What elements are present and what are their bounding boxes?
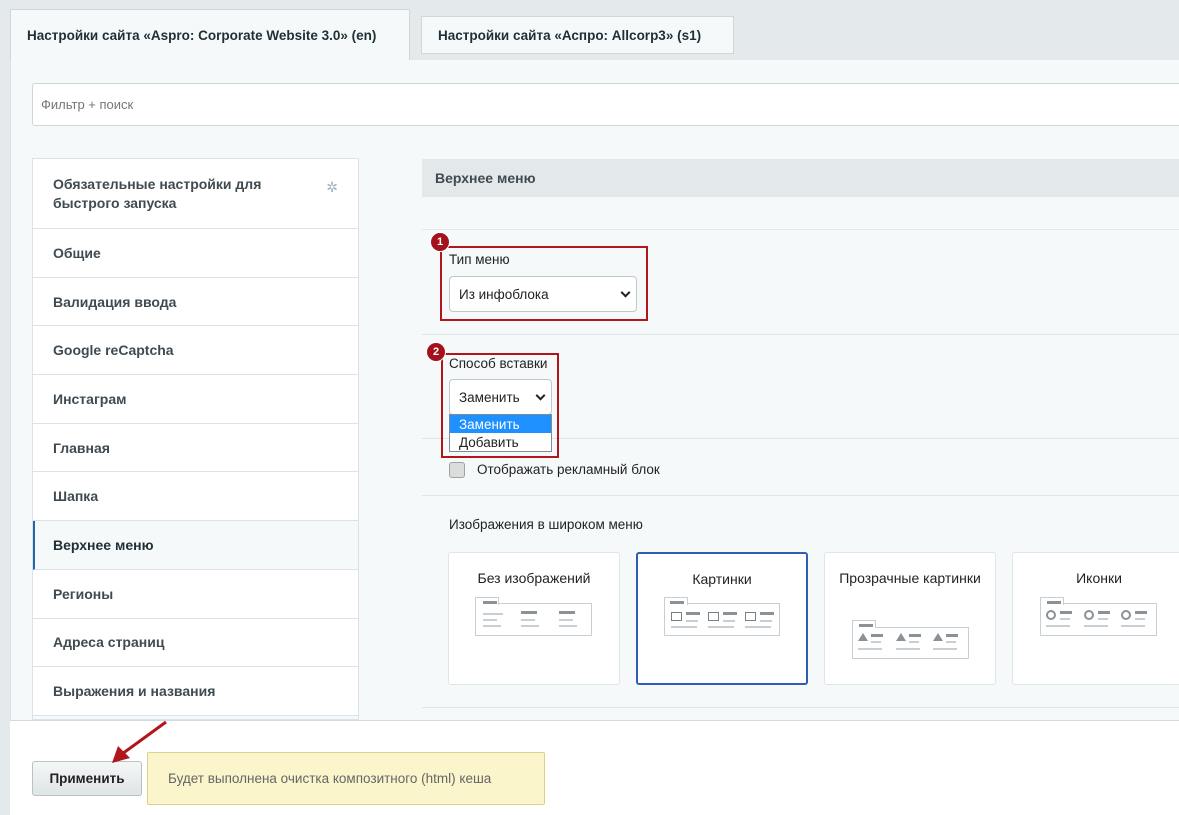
sidebar-item-label: Верхнее меню: [53, 536, 154, 553]
tab-label: Настройки сайта «Аспро: Allcorp3» (s1): [438, 27, 702, 43]
section-title-text: Верхнее меню: [435, 170, 536, 186]
ad-block-label: Отображать рекламный блок: [477, 462, 660, 477]
sidebar-item-label: Главная: [53, 439, 110, 456]
row-divider: [422, 707, 1179, 708]
sidebar-item-label: Валидация ввода: [53, 293, 177, 310]
sidebar-item-label: Обязательные настройки для быстрого запу…: [53, 175, 262, 211]
tab-allcorp3[interactable]: Настройки сайта «Аспро: Allcorp3» (s1): [421, 16, 734, 54]
star-icon: ✲: [326, 179, 338, 195]
sidebar-item-label: Шапка: [53, 488, 99, 505]
cache-notice: Будет выполнена очистка композитного (ht…: [147, 752, 545, 805]
row-divider: [422, 334, 1179, 335]
card-title: Картинки: [692, 571, 752, 587]
step-badge-1: 1: [430, 232, 450, 252]
wide-menu-images-label: Изображения в широком меню: [449, 517, 643, 532]
tab-label: Настройки сайта «Aspro: Corporate Websit…: [27, 28, 377, 43]
card-icons[interactable]: Иконки: [1012, 552, 1179, 685]
cache-notice-text: Будет выполнена очистка композитного (ht…: [168, 771, 492, 786]
step-badge-2: 2: [426, 342, 446, 362]
sidebar-item-general[interactable]: Общие: [33, 229, 358, 278]
tab-corporate-website[interactable]: Настройки сайта «Aspro: Corporate Websit…: [10, 9, 410, 61]
card-no-images[interactable]: Без изображений: [448, 552, 620, 685]
settings-sidebar: Обязательные настройки для быстрого запу…: [32, 158, 359, 720]
card-title: Прозрачные картинки: [839, 570, 981, 586]
sidebar-item-page-addresses[interactable]: Адреса страниц: [33, 618, 358, 668]
card-transparent-pictures[interactable]: Прозрачные картинки: [824, 552, 996, 685]
tab-bar: Настройки сайта «Aspro: Corporate Websit…: [0, 0, 1179, 61]
sidebar-item-header[interactable]: Шапка: [33, 472, 358, 522]
sidebar-item-top-menu[interactable]: Верхнее меню: [33, 521, 358, 570]
sidebar-item-input-validation[interactable]: Валидация ввода: [33, 277, 358, 327]
filter-search-input[interactable]: [41, 97, 1179, 112]
card-title: Иконки: [1076, 570, 1122, 586]
sidebar-item-label: Инстаграм: [53, 390, 127, 407]
sidebar-item-expressions[interactable]: Выражения и названия: [33, 667, 358, 716]
sidebar-item-recaptcha[interactable]: Google reCaptcha: [33, 326, 358, 376]
sidebar-item-label: Регионы: [53, 585, 114, 602]
card-pictures[interactable]: Картинки: [636, 552, 808, 685]
filter-search-box[interactable]: [32, 83, 1179, 126]
sidebar-item-instagram[interactable]: Инстаграм: [33, 375, 358, 424]
sidebar-item-main[interactable]: Главная: [33, 423, 358, 473]
section-title: Верхнее меню: [422, 159, 1179, 197]
arrow-annotation-icon: [112, 720, 167, 763]
card-title: Без изображений: [477, 570, 591, 586]
sidebar-item-label: Выражения и названия: [53, 683, 216, 700]
sidebar-item-regions[interactable]: Регионы: [33, 569, 358, 619]
sidebar-item-label: Google reCaptcha: [53, 342, 174, 359]
row-divider: [422, 495, 1179, 496]
highlight-box-insert-method: [441, 353, 559, 458]
ad-block-checkbox[interactable]: [449, 462, 465, 478]
highlight-box-menu-type: [440, 246, 648, 321]
sidebar-item-label: Адреса страниц: [53, 634, 165, 651]
sidebar-item-required-settings[interactable]: Обязательные настройки для быстрого запу…: [33, 159, 358, 229]
sidebar-item-label: Общие: [53, 244, 101, 261]
